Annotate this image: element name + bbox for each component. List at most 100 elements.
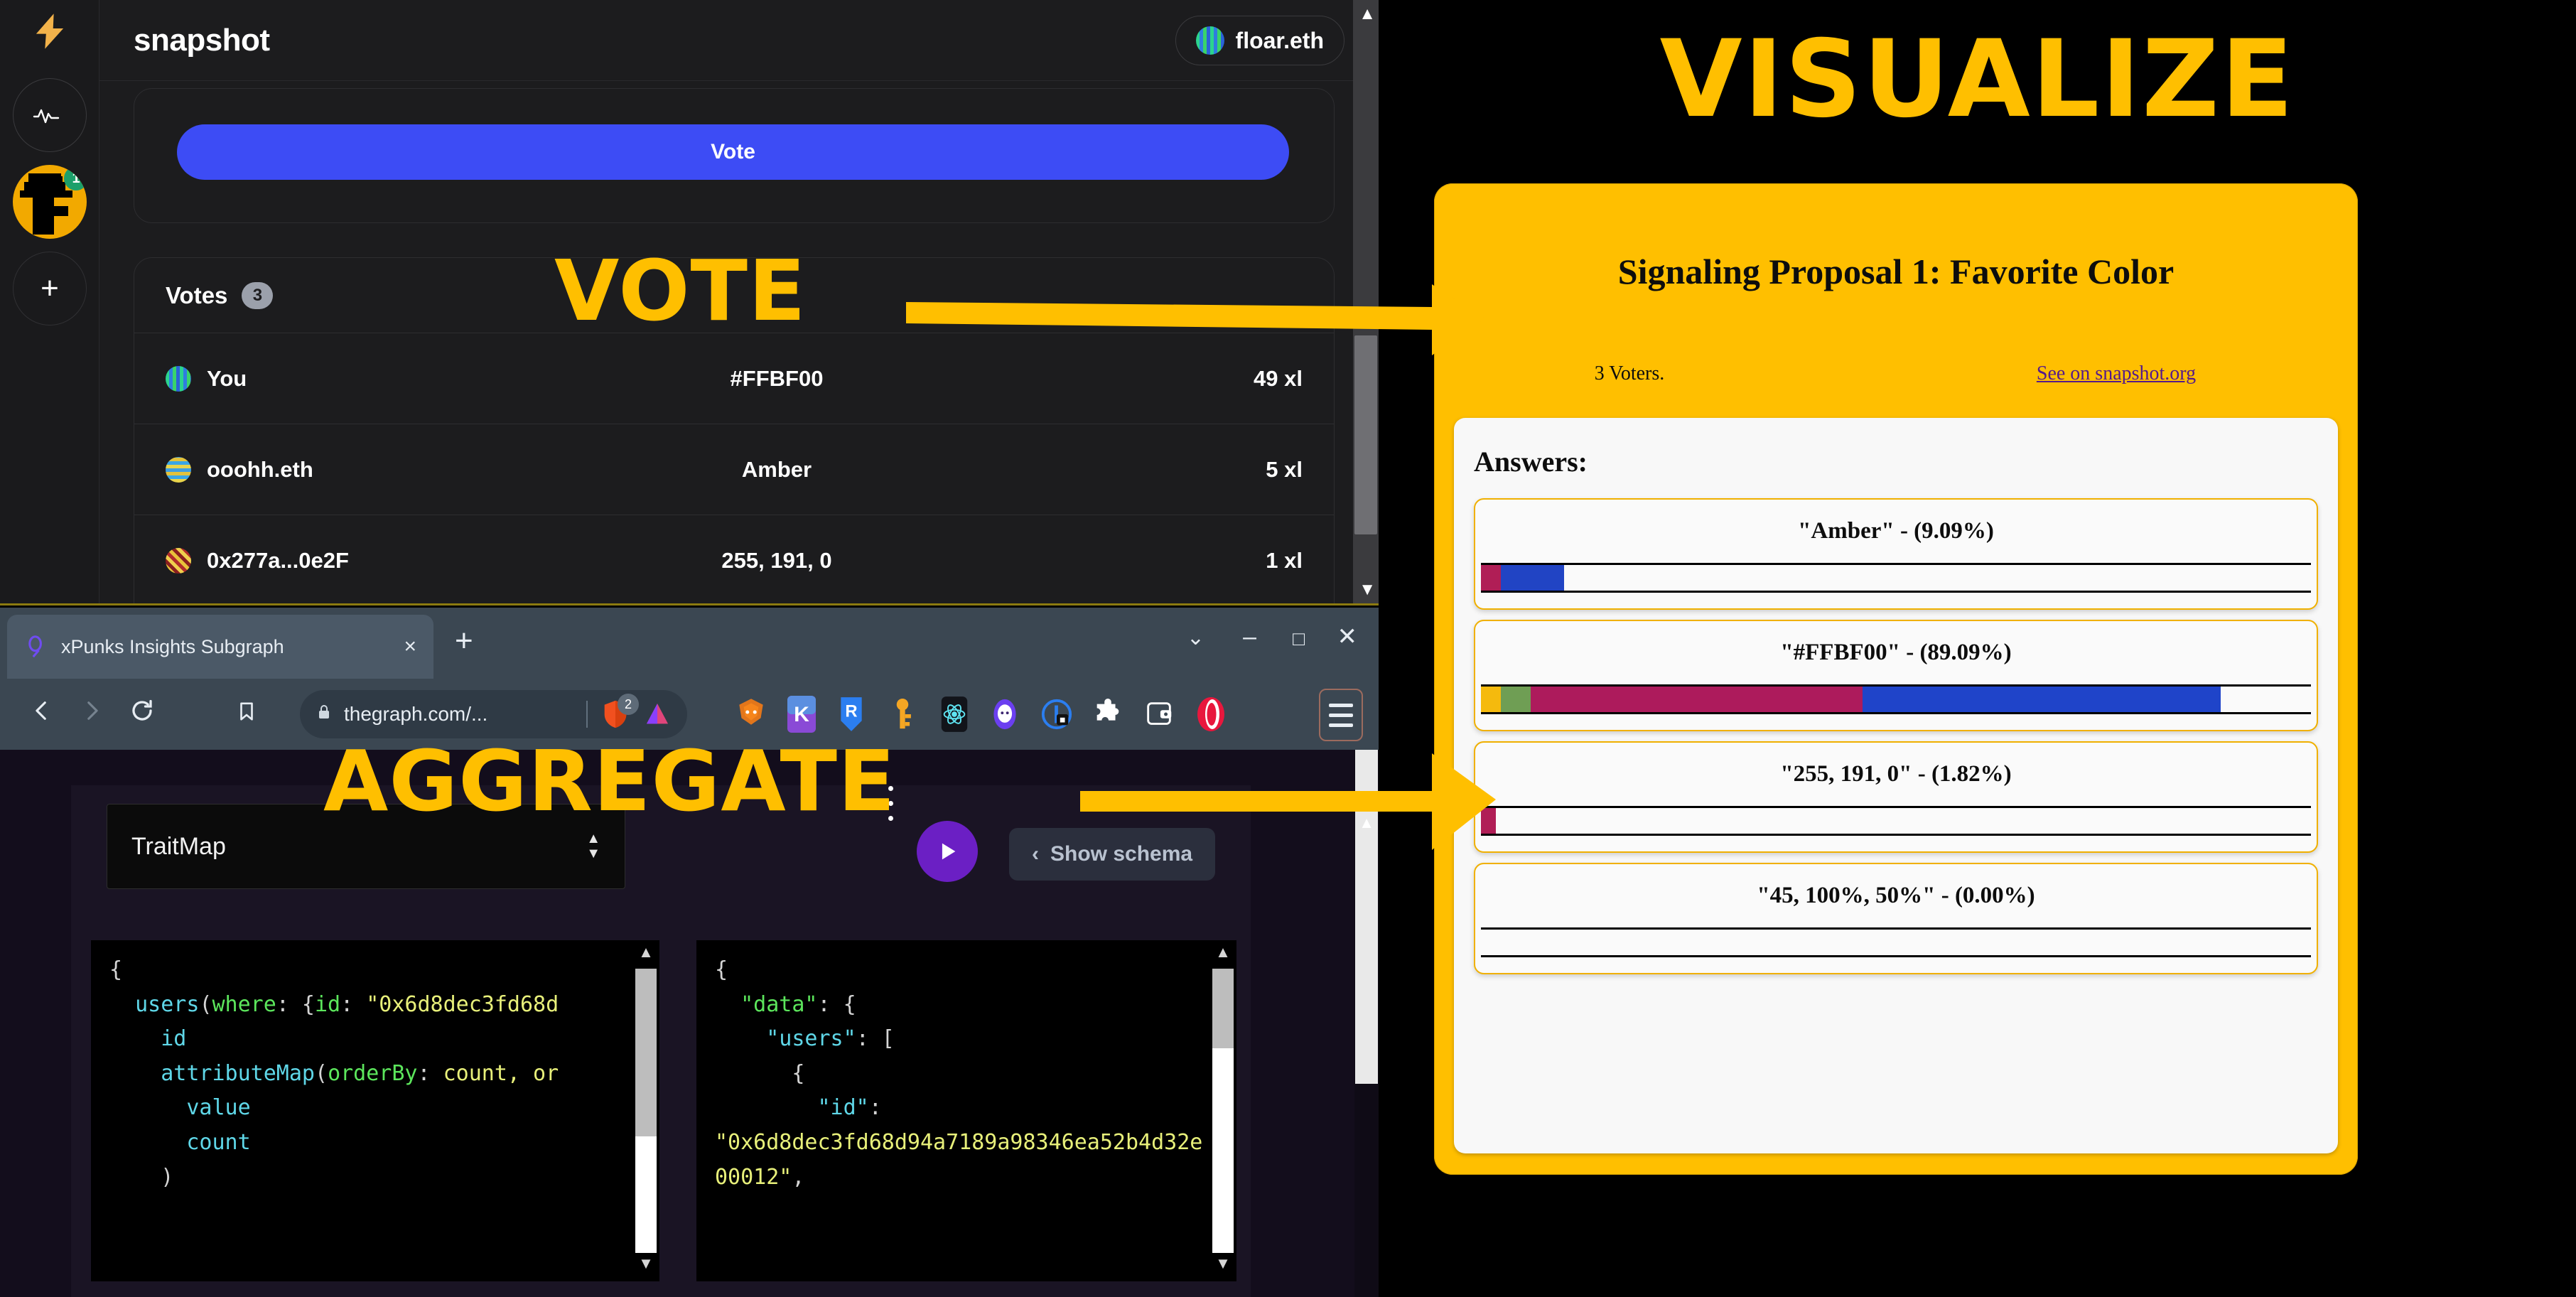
scroll-up-arrow[interactable]: ▲ <box>1359 4 1376 24</box>
voter-cell: 0x277a...0e2F <box>166 547 464 574</box>
table-row[interactable]: ooohh.eth Amber 5 xl <box>134 424 1334 515</box>
votes-header-label: Votes <box>166 281 228 308</box>
kadena-icon[interactable]: K <box>785 694 820 734</box>
answer-bar-segment <box>1501 565 1564 591</box>
browser-tab[interactable]: xPunks Insights Subgraph × <box>7 615 433 679</box>
vote-choice: Amber <box>741 456 812 482</box>
metamask-icon[interactable] <box>733 694 769 734</box>
scrollbar-thumb[interactable] <box>1355 750 1378 1084</box>
vote-button[interactable]: Vote <box>177 124 1289 180</box>
result-text: { "data": { "users": [ { "id": "0x6d8dec… <box>715 957 1203 1190</box>
close-icon[interactable]: × <box>404 636 416 657</box>
close-window-button[interactable]: ✕ <box>1337 625 1358 649</box>
url-text: thegraph.com/... <box>344 703 488 725</box>
reload-icon[interactable] <box>129 697 155 729</box>
account-avatar <box>1195 26 1224 55</box>
scrollbar-thumb[interactable] <box>1212 969 1234 1048</box>
show-schema-button[interactable]: ‹ Show schema <box>1009 828 1216 881</box>
answers-label: Answers: <box>1474 446 1588 478</box>
vote-annotation-label: VOTE <box>554 242 807 340</box>
bookmark-icon[interactable] <box>236 699 257 728</box>
snapshot-body: Vote Votes 3 You #FFBF00 49 xl ooohh.eth… <box>99 81 1379 603</box>
vertical-scrollbar[interactable]: ▲ ▼ <box>1353 0 1379 603</box>
show-schema-label: Show schema <box>1050 842 1193 866</box>
answer-progress-bar <box>1481 684 2311 714</box>
snapshot-sidebar: 1 + <box>0 0 99 603</box>
see-on-snapshot-link[interactable]: See on snapshot.org <box>1953 362 2280 385</box>
brave-rewards-icon[interactable] <box>643 700 672 728</box>
rabby-icon[interactable]: R <box>836 694 871 734</box>
back-icon[interactable] <box>30 697 54 729</box>
proposal-card: Signaling Proposal 1: Favorite Color 3 V… <box>1434 183 2358 1175</box>
bolt-icon[interactable] <box>13 0 87 68</box>
chevron-updown-icon: ▲ ▼ <box>586 831 600 861</box>
new-tab-button[interactable]: + <box>455 625 473 657</box>
account-button[interactable]: floar.eth <box>1175 16 1344 65</box>
add-space-button[interactable]: + <box>13 252 87 325</box>
answer-bar-segment <box>1481 808 1497 834</box>
answer-bar-segment <box>1481 687 1502 712</box>
avatar <box>166 456 191 483</box>
graphiql-panel: TraitMap ▲ ▼ ‹ Show schema { users(where:… <box>71 785 1251 1297</box>
chevron-down-icon[interactable]: ⌄ <box>1187 628 1205 649</box>
maximize-button[interactable]: □ <box>1293 629 1305 649</box>
scrollbar-thumb[interactable] <box>1354 335 1377 534</box>
vote-card: Vote <box>134 88 1335 223</box>
answer-bar-segment <box>1481 565 1502 591</box>
browser-window: xPunks Insights Subgraph × + ⌄ – □ ✕ the… <box>0 608 1379 1297</box>
editor-vertical-scrollbar[interactable]: ▲ ▼ <box>635 945 657 1277</box>
browser-tabstrip: xPunks Insights Subgraph × + ⌄ – □ ✕ <box>0 608 1379 679</box>
scroll-down-arrow[interactable]: ▼ <box>635 1256 657 1277</box>
chevron-left-icon: ‹ <box>1032 842 1039 866</box>
scroll-down-arrow[interactable]: ▼ <box>1359 580 1376 600</box>
wallet-icon[interactable] <box>1143 694 1178 734</box>
answer-label: "255, 191, 0" - (1.82%) <box>1780 761 2012 787</box>
brave-shields-icon[interactable]: 2 <box>599 694 639 731</box>
react-devtools-icon[interactable] <box>938 694 974 734</box>
svg-text:K: K <box>794 703 809 726</box>
subgraph-select-value: TraitMap <box>131 832 226 860</box>
hamburger-menu-icon[interactable] <box>1319 689 1363 741</box>
activity-pulse-icon[interactable] <box>13 78 87 152</box>
answer-label: "45, 100%, 50%" - (0.00%) <box>1757 883 2035 908</box>
app-title: snapshot <box>134 22 270 58</box>
shields-blocked-count: 2 <box>618 694 639 715</box>
forward-icon[interactable] <box>80 697 104 729</box>
visualize-heading: VISUALIZE <box>1659 18 2295 141</box>
keplr-key-icon[interactable] <box>887 694 922 734</box>
table-row[interactable]: You #FFBF00 49 xl <box>134 333 1334 424</box>
page-vertical-scrollbar[interactable]: ▲ <box>1354 750 1379 1297</box>
answer-bar-segment <box>1501 687 1531 712</box>
vote-power: 5 xl <box>1266 456 1303 482</box>
graphiql-playground: TraitMap ▲ ▼ ‹ Show schema { users(where:… <box>0 750 1379 1297</box>
result-vertical-scrollbar[interactable]: ▲ ▼ <box>1212 945 1234 1277</box>
puzzle-extension-icon[interactable] <box>1092 694 1127 734</box>
table-row[interactable]: 0x277a...0e2F 255, 191, 0 1 xl <box>134 515 1334 603</box>
answer-option: "255, 191, 0" - (1.82%) <box>1474 741 2318 853</box>
svg-text:R: R <box>845 702 857 721</box>
run-query-button[interactable] <box>917 821 978 882</box>
scrollbar-thumb[interactable] <box>635 969 657 1136</box>
answer-bar-segment <box>1863 687 2221 712</box>
phantom-icon[interactable] <box>989 694 1025 734</box>
snapshot-header: snapshot floar.eth <box>99 0 1379 81</box>
minimize-button[interactable]: – <box>1243 625 1256 649</box>
divider <box>586 701 588 728</box>
voter-name: 0x277a...0e2F <box>207 547 349 573</box>
voter-cell: You <box>166 365 464 392</box>
visualize-panel: VISUALIZE Signaling Proposal 1: Favorite… <box>1379 0 2576 1297</box>
answer-option: "45, 100%, 50%" - (0.00%) <box>1474 863 2318 974</box>
sidebar-space-avatar[interactable]: 1 <box>13 165 87 239</box>
account-name: floar.eth <box>1235 27 1324 53</box>
query-editor[interactable]: { users(where: {id: "0x6d8dec3fd68d id a… <box>91 940 659 1281</box>
url-bar[interactable]: thegraph.com/... 2 <box>300 690 687 738</box>
scroll-up-arrow[interactable]: ▲ <box>635 945 657 966</box>
page-title: Signaling Proposal 1: Favorite Color <box>1617 252 2174 291</box>
scroll-up-arrow[interactable]: ▲ <box>1359 814 1374 832</box>
scroll-up-arrow[interactable]: ▲ <box>1212 945 1234 966</box>
onekey-lock-icon[interactable] <box>1040 694 1076 734</box>
opera-icon[interactable] <box>1194 694 1229 734</box>
result-viewer[interactable]: { "data": { "users": [ { "id": "0x6d8dec… <box>696 940 1236 1281</box>
scroll-down-arrow[interactable]: ▼ <box>1212 1256 1234 1277</box>
vote-power: 1 xl <box>1266 547 1303 573</box>
